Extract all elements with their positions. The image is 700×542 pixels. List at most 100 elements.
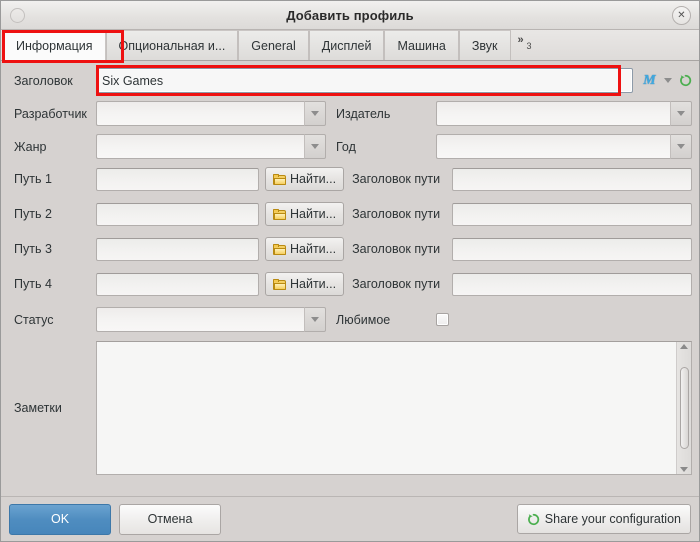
tab-overflow-button[interactable]: » 3 <box>511 30 532 60</box>
publisher-input[interactable] <box>436 101 670 126</box>
row-path-4: Путь 4 Найти... Заголовок пути <box>8 272 692 296</box>
ok-button[interactable]: OK <box>9 503 111 535</box>
path-1-browse-button[interactable]: Найти... <box>265 167 345 191</box>
title-label: Заголовок <box>14 73 73 88</box>
developer-dropdown-button[interactable] <box>304 101 326 126</box>
notes-scrollbar[interactable] <box>676 342 691 474</box>
developer-input[interactable] <box>96 101 304 126</box>
path-2-label: Путь 2 <box>14 207 52 221</box>
status-dropdown-button[interactable] <box>304 307 326 332</box>
chevron-down-icon <box>677 111 685 116</box>
tab-strip: Информация Опциональная и... General Дис… <box>1 30 699 61</box>
scroll-down-icon[interactable] <box>680 467 688 472</box>
developer-combobox[interactable] <box>96 101 326 126</box>
path-1-title-input[interactable] <box>452 167 692 191</box>
tab-label: Опциональная и... <box>118 38 226 53</box>
row-path-1: Путь 1 Найти... Заголовок пути <box>8 167 692 191</box>
share-configuration-button[interactable]: Share your configuration <box>516 504 691 534</box>
publisher-dropdown-button[interactable] <box>670 101 692 126</box>
row-developer-publisher: Разработчик Издатель <box>8 101 692 126</box>
scroll-up-icon[interactable] <box>680 344 688 349</box>
overflow-chevron: » <box>517 34 524 46</box>
path-3-browse-button[interactable]: Найти... <box>265 237 345 261</box>
row-notes: Заметки <box>8 341 692 475</box>
cancel-button[interactable]: Отмена <box>119 503 221 535</box>
path-2-input[interactable] <box>96 202 259 226</box>
status-label: Статус <box>14 312 54 327</box>
tab-machine[interactable]: Машина <box>384 30 459 60</box>
tab-label: Дисплей <box>321 38 372 53</box>
information-tab-panel: Заголовок Six Games M Разработчик Издате… <box>1 61 699 496</box>
year-label: Год <box>336 139 356 154</box>
path-3-input[interactable] <box>96 237 259 261</box>
developer-label: Разработчик <box>14 106 87 121</box>
path-3-title-label: Заголовок пути <box>352 242 441 256</box>
tab-label: General <box>251 38 296 53</box>
tab-display[interactable]: Дисплей <box>308 30 385 60</box>
tab-optional-info[interactable]: Опциональная и... <box>105 30 239 60</box>
status-input[interactable] <box>96 307 304 332</box>
browse-label: Найти... <box>290 172 337 186</box>
path-4-input[interactable] <box>96 272 259 296</box>
refresh-icon <box>527 513 540 526</box>
folder-icon <box>273 243 286 255</box>
path-2-title-label: Заголовок пути <box>352 207 441 221</box>
browse-label: Найти... <box>290 207 337 221</box>
browse-label: Найти... <box>290 242 337 256</box>
chevron-down-icon[interactable] <box>664 78 672 83</box>
title-input[interactable]: Six Games <box>96 68 633 93</box>
row-genre-year: Жанр Год <box>8 134 692 159</box>
favorite-checkbox[interactable] <box>436 313 449 326</box>
status-combobox[interactable] <box>96 307 326 332</box>
scrollbar-thumb[interactable] <box>679 367 689 449</box>
window-menu-dot-icon[interactable] <box>10 8 25 23</box>
close-icon[interactable]: ✕ <box>672 6 691 25</box>
path-3-title-input[interactable] <box>452 237 692 261</box>
notes-textarea[interactable] <box>97 342 676 474</box>
tab-general[interactable]: General <box>238 30 309 60</box>
year-dropdown-button[interactable] <box>670 134 692 159</box>
tab-sound[interactable]: Звук <box>458 30 511 60</box>
notes-box <box>96 341 692 475</box>
path-1-input[interactable] <box>96 167 259 191</box>
path-2-browse-button[interactable]: Найти... <box>265 202 345 226</box>
path-4-label: Путь 4 <box>14 277 52 291</box>
notes-label: Заметки <box>14 401 62 415</box>
chevron-down-icon <box>677 144 685 149</box>
path-4-title-input[interactable] <box>452 272 692 296</box>
path-1-title-label: Заголовок пути <box>352 172 441 186</box>
path-3-label: Путь 3 <box>14 242 52 256</box>
year-input[interactable] <box>436 134 670 159</box>
path-1-label: Путь 1 <box>14 172 52 186</box>
favorite-label: Любимое <box>336 312 391 327</box>
overflow-count: 3 <box>526 41 532 51</box>
chevron-down-icon <box>311 317 319 322</box>
page-title: Добавить профиль <box>286 7 414 23</box>
genre-dropdown-button[interactable] <box>304 134 326 159</box>
genre-label: Жанр <box>14 139 47 154</box>
tab-label: Машина <box>397 38 446 53</box>
folder-icon <box>273 208 286 220</box>
path-4-title-label: Заголовок пути <box>352 277 441 291</box>
path-2-title-input[interactable] <box>452 202 692 226</box>
folder-icon <box>273 173 286 185</box>
publisher-label: Издатель <box>336 106 391 121</box>
publisher-combobox[interactable] <box>436 101 692 126</box>
row-path-3: Путь 3 Найти... Заголовок пути <box>8 237 692 261</box>
add-profile-dialog: Добавить профиль ✕ Информация Опциональн… <box>0 0 700 542</box>
chevron-double-right-icon: » 3 <box>517 34 532 51</box>
chevron-down-icon <box>311 111 319 116</box>
row-title: Заголовок Six Games M <box>8 68 692 93</box>
title-tools: M <box>642 73 692 88</box>
genre-input[interactable] <box>96 134 304 159</box>
genre-combobox[interactable] <box>96 134 326 159</box>
mobygames-icon[interactable]: M <box>642 73 657 88</box>
tab-informaciya[interactable]: Информация <box>3 30 106 61</box>
refresh-icon[interactable] <box>679 74 692 87</box>
action-bar: OK Отмена Share your configuration <box>1 496 699 541</box>
row-path-2: Путь 2 Найти... Заголовок пути <box>8 202 692 226</box>
folder-icon <box>273 278 286 290</box>
chevron-down-icon <box>311 144 319 149</box>
year-combobox[interactable] <box>436 134 692 159</box>
path-4-browse-button[interactable]: Найти... <box>265 272 345 296</box>
